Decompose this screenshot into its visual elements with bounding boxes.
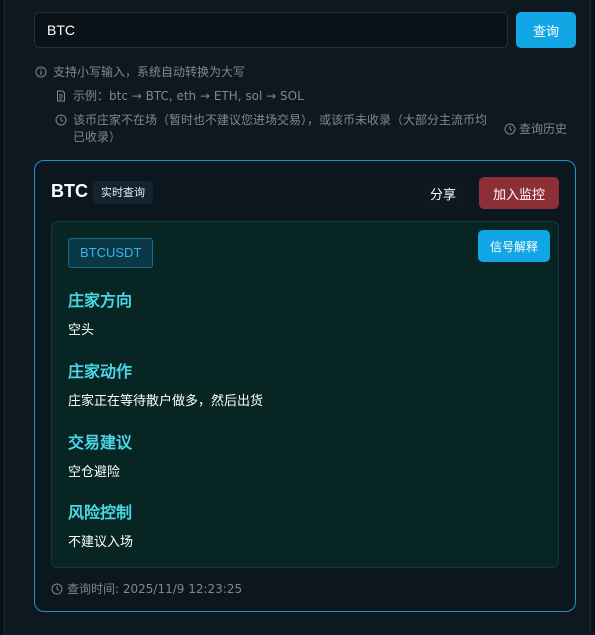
query-history-label: 查询历史 (519, 122, 568, 136)
hint-lowercase: 支持小写输入，系统自动转换为大写 (35, 64, 245, 81)
info-icon (35, 66, 47, 78)
section-title-direction: 庄家方向 (68, 291, 133, 310)
result-card: BTC 实时查询 分享 加入监控 BTCUSDT 信号解释 庄家方向 空头 庄家… (34, 160, 576, 612)
section-title-advice: 交易建议 (68, 433, 133, 452)
history-clock-icon (504, 123, 516, 134)
time-clock-icon (51, 583, 63, 594)
section-title-risk: 风险控制 (68, 503, 133, 522)
add-monitor-button[interactable]: 加入监控 (479, 177, 559, 209)
hint-not-listed: 该币庄家不在场（暂时也不建议您进场交易），或该币未收录（大部分主流币均已收录） (55, 112, 495, 146)
signal-panel: BTCUSDT 信号解释 庄家方向 空头 庄家动作 庄家正在等待散户做多，然后出… (51, 221, 559, 568)
share-button[interactable]: 分享 (417, 177, 469, 209)
query-button[interactable]: 查询 (516, 12, 576, 48)
hint-example-text: 示例：btc → BTC, eth → ETH, sol → SOL (73, 89, 304, 103)
hint-example: 示例：btc → BTC, eth → ETH, sol → SOL (55, 88, 304, 105)
signal-explain-button[interactable]: 信号解释 (478, 230, 550, 262)
section-title-action: 庄家动作 (68, 362, 133, 381)
live-query-badge: 实时查询 (93, 181, 153, 204)
hint-not-listed-text: 该币庄家不在场（暂时也不建议您进场交易），或该币未收录（大部分主流币均已收录） (73, 113, 488, 144)
section-value-risk: 不建议入场 (68, 535, 134, 550)
query-time-text: 查询时间: 2025/11/9 12:23:25 (67, 582, 243, 596)
query-time: 查询时间: 2025/11/9 12:23:25 (51, 580, 242, 597)
section-value-advice: 空仓避险 (68, 465, 121, 480)
section-value-action: 庄家正在等待散户做多，然后出货 (68, 394, 264, 409)
app-frame: BTC 查询 支持小写输入，系统自动转换为大写 示例：btc → BTC, et… (4, 0, 591, 635)
pair-badge: BTCUSDT (68, 238, 154, 268)
section-value-direction: 空头 (68, 323, 95, 338)
query-history-link[interactable]: 查询历史 (504, 120, 567, 137)
document-icon (57, 90, 65, 102)
hint-lowercase-text: 支持小写输入，系统自动转换为大写 (53, 65, 246, 79)
clock-icon (55, 114, 67, 126)
search-input[interactable]: BTC (34, 12, 508, 48)
coin-title: BTC (51, 181, 88, 201)
